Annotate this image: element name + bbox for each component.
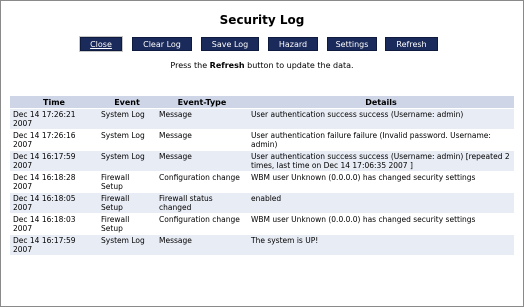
cell-event-type: Configuration change <box>156 213 248 234</box>
header-details: Details <box>248 96 514 108</box>
cell-time: Dec 14 17:26:16 2007 <box>10 129 98 150</box>
cell-details: User authentication failure failure (Inv… <box>248 129 514 150</box>
cell-event: System Log <box>98 150 156 171</box>
cell-event: System Log <box>98 108 156 129</box>
cell-time: Dec 14 17:26:21 2007 <box>10 108 98 129</box>
header-time: Time <box>10 96 98 108</box>
cell-time: Dec 14 16:17:59 2007 <box>10 150 98 171</box>
cell-details: User authentication success success (Use… <box>248 108 514 129</box>
close-button[interactable]: Close <box>79 36 123 52</box>
cell-event: Firewall Setup <box>98 171 156 192</box>
cell-time: Dec 14 16:17:59 2007 <box>10 234 98 255</box>
table-row: Dec 14 16:18:28 2007 Firewall Setup Conf… <box>10 171 514 192</box>
page-title: Security Log <box>219 13 305 27</box>
table-header-row: Time Event Event-Type Details <box>10 96 514 108</box>
cell-details: enabled <box>248 192 514 213</box>
refresh-hint: Press the Refresh button to update the d… <box>170 61 354 70</box>
table-row: Dec 14 16:17:59 2007 System Log Message … <box>10 234 514 255</box>
security-log-table: Time Event Event-Type Details Dec 14 17:… <box>10 96 514 255</box>
cell-time: Dec 14 16:18:05 2007 <box>10 192 98 213</box>
cell-event-type: Message <box>156 234 248 255</box>
cell-details: WBM user Unknown (0.0.0.0) has changed s… <box>248 213 514 234</box>
header-event-type: Event-Type <box>156 96 248 108</box>
cell-details: The system is UP! <box>248 234 514 255</box>
cell-event: Firewall Setup <box>98 213 156 234</box>
header-event: Event <box>98 96 156 108</box>
cell-event: System Log <box>98 129 156 150</box>
table-row: Dec 14 17:26:16 2007 System Log Message … <box>10 129 514 150</box>
save-log-button[interactable]: Save Log <box>201 37 259 51</box>
cell-event-type: Configuration change <box>156 171 248 192</box>
cell-event-type: Message <box>156 129 248 150</box>
cell-details: User authentication success success (Use… <box>248 150 514 171</box>
toolbar: Close Clear Log Save Log Hazard Settings… <box>0 36 524 52</box>
cell-event: Firewall Setup <box>98 192 156 213</box>
settings-button[interactable]: Settings <box>327 37 377 51</box>
cell-time: Dec 14 16:18:28 2007 <box>10 171 98 192</box>
cell-event-type: Message <box>156 108 248 129</box>
clear-log-button[interactable]: Clear Log <box>132 37 192 51</box>
cell-event-type: Message <box>156 150 248 171</box>
cell-details: WBM user Unknown (0.0.0.0) has changed s… <box>248 171 514 192</box>
cell-event-type: Firewall status changed <box>156 192 248 213</box>
table-row: Dec 14 17:26:21 2007 System Log Message … <box>10 108 514 129</box>
cell-time: Dec 14 16:18:03 2007 <box>10 213 98 234</box>
table-row: Dec 14 16:18:03 2007 Firewall Setup Conf… <box>10 213 514 234</box>
refresh-button[interactable]: Refresh <box>385 37 438 51</box>
table-row: Dec 14 16:17:59 2007 System Log Message … <box>10 150 514 171</box>
cell-event: System Log <box>98 234 156 255</box>
hazard-button[interactable]: Hazard <box>268 37 318 51</box>
table-row: Dec 14 16:18:05 2007 Firewall Setup Fire… <box>10 192 514 213</box>
